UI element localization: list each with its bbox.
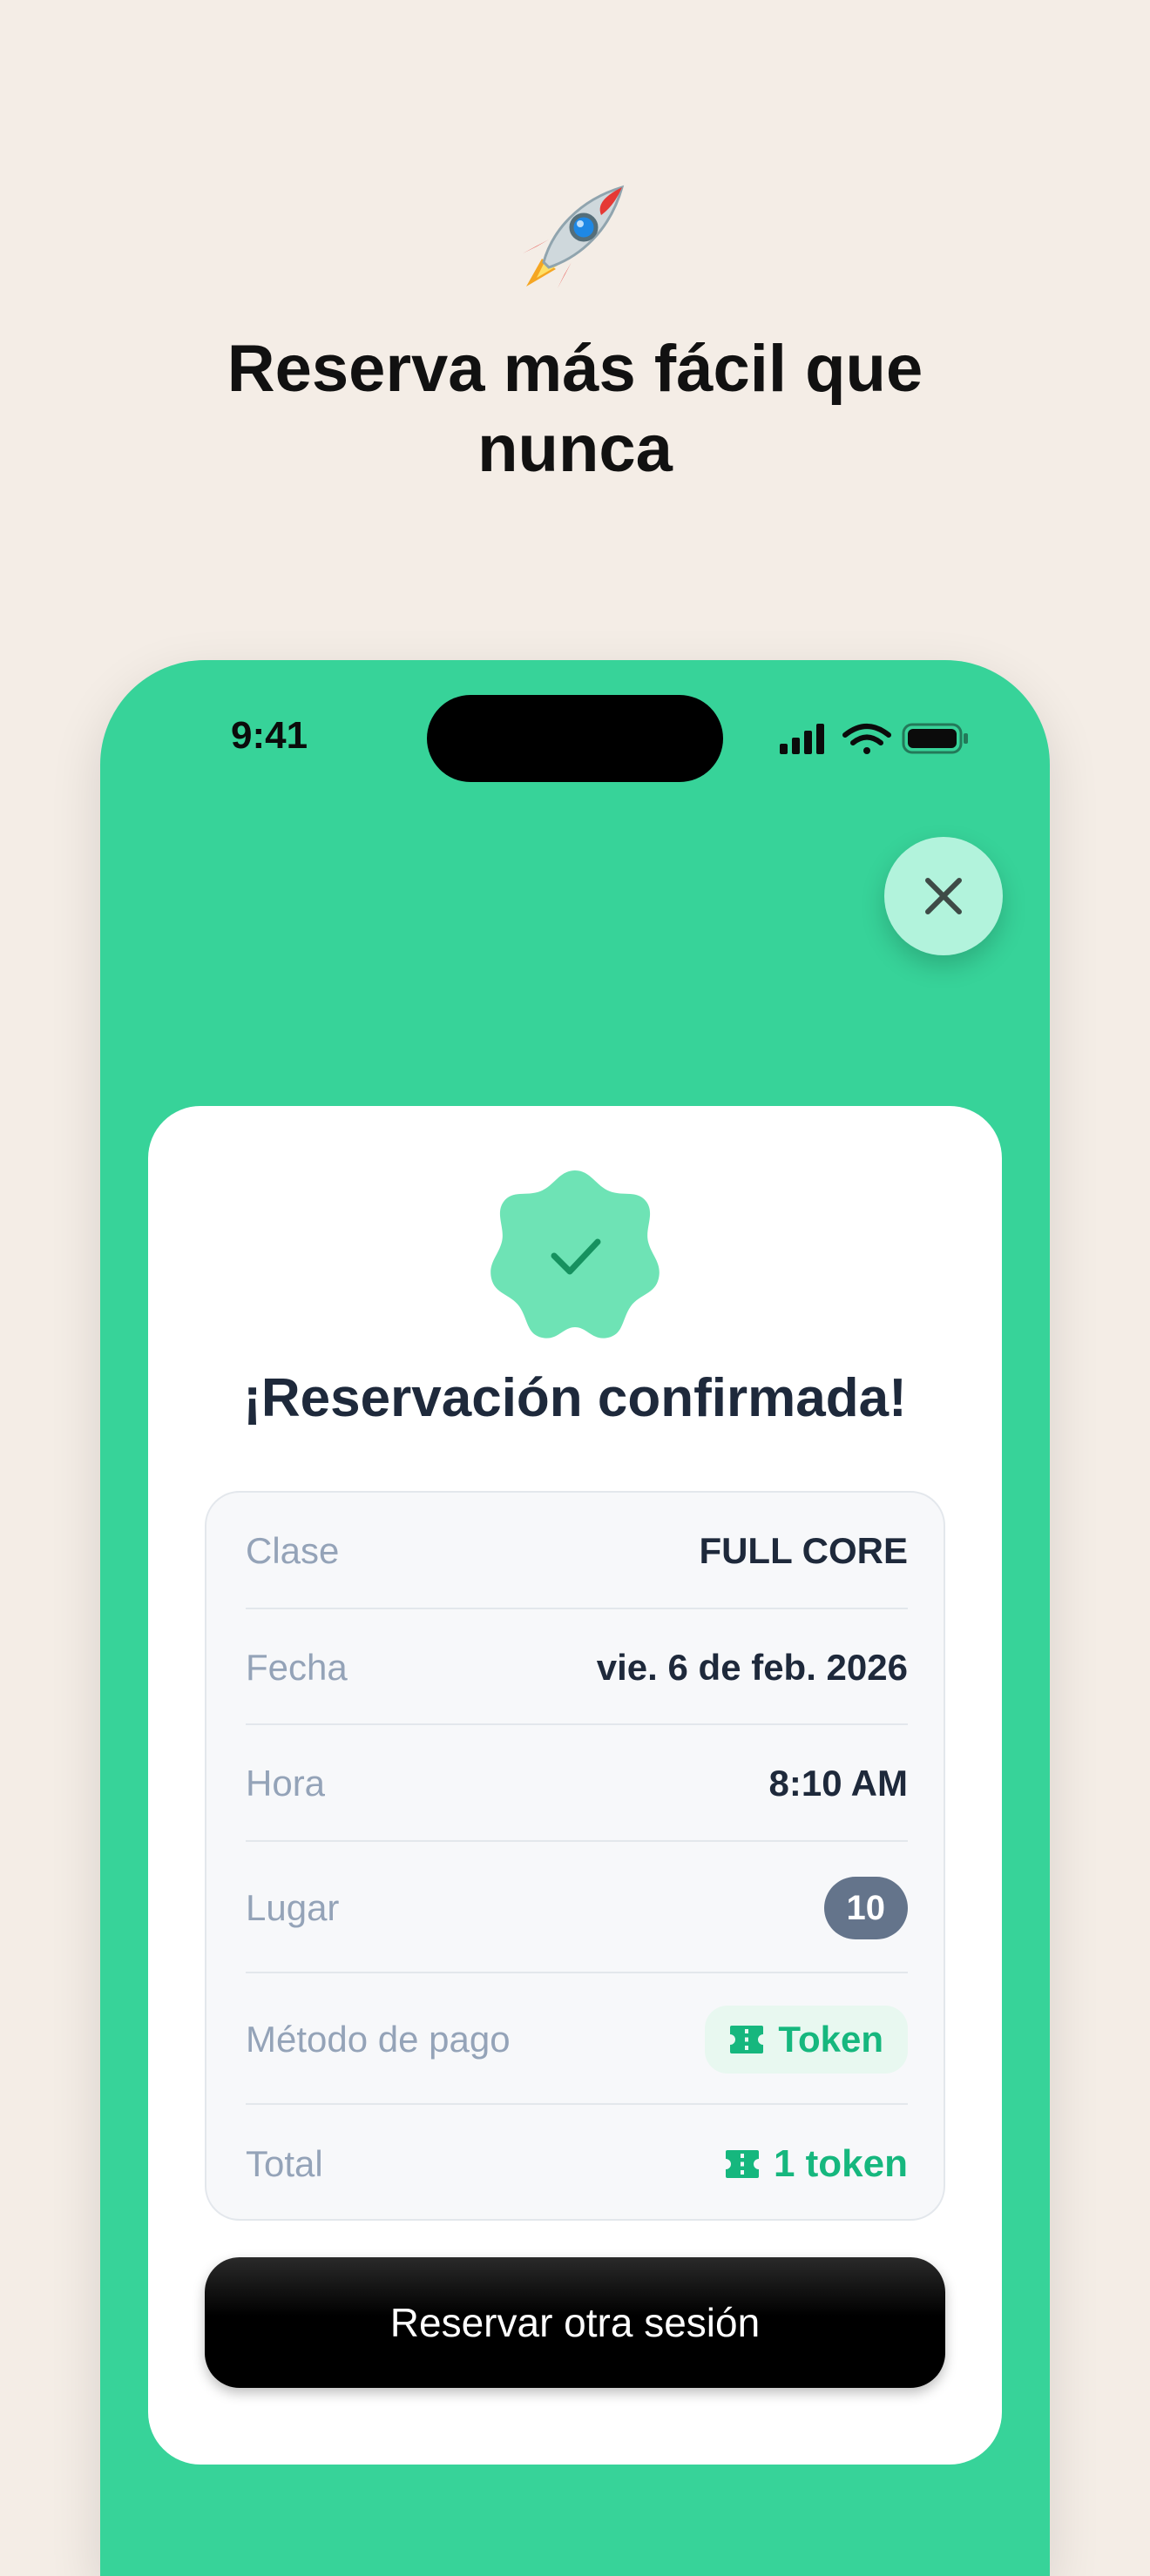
- cellular-signal-icon: [780, 724, 824, 754]
- battery-icon: [902, 723, 968, 754]
- payment-method-badge: Token: [705, 2005, 908, 2074]
- wifi-icon: [842, 724, 891, 754]
- class-date: vie. 6 de feb. 2026: [596, 1646, 908, 1688]
- status-time: 9:41: [231, 714, 308, 757]
- detail-row-clase: Clase FULL CORE: [246, 1493, 908, 1609]
- status-icons: [780, 719, 971, 758]
- ticket-icon: [730, 2025, 764, 2053]
- headline-line-2: nunca: [477, 412, 673, 486]
- dynamic-island: [427, 695, 723, 782]
- detail-row-fecha: Fecha vie. 6 de feb. 2026: [246, 1609, 908, 1725]
- total-text: 1 token: [773, 2141, 908, 2185]
- class-time: 8:10 AM: [768, 1763, 909, 1804]
- confirmation-card: ¡Reservación confirmada! Clase FULL CORE…: [148, 1106, 1002, 2465]
- detail-row-hora: Hora 8:10 AM: [246, 1725, 908, 1842]
- detail-label: Método de pago: [246, 2018, 511, 2060]
- confirmation-title: ¡Reservación confirmada!: [243, 1368, 907, 1428]
- detail-row-lugar: Lugar 10: [246, 1842, 908, 1973]
- headline-line-1: Reserva más fácil que: [227, 332, 923, 406]
- close-icon: [925, 878, 962, 914]
- spot-badge: 10: [823, 1876, 908, 1939]
- rocket-icon: [518, 179, 632, 293]
- class-name: FULL CORE: [699, 1530, 908, 1571]
- ticket-icon: [725, 2149, 759, 2178]
- reservation-details: Clase FULL CORE Fecha vie. 6 de feb. 202…: [205, 1491, 945, 2221]
- detail-label: Hora: [246, 1763, 326, 1804]
- close-button[interactable]: [884, 837, 1003, 955]
- detail-label: Fecha: [246, 1646, 348, 1688]
- check-badge-icon: [488, 1167, 662, 1341]
- detail-row-total: Total 1 token: [246, 2105, 908, 2222]
- total-amount: 1 token: [725, 2142, 908, 2186]
- phone-mockup: 9:41 ¡Reservación confirmada! Clase FULL…: [100, 660, 1050, 2576]
- payment-method-text: Token: [778, 2018, 883, 2060]
- detail-label: Total: [246, 2142, 323, 2184]
- book-another-session-button[interactable]: Reservar otra sesión: [205, 2257, 945, 2388]
- headline: Reserva más fácil que nunca: [0, 329, 1150, 489]
- detail-label: Clase: [246, 1530, 340, 1571]
- detail-row-metodo: Método de pago Token: [246, 1973, 908, 2105]
- detail-label: Lugar: [246, 1886, 340, 1928]
